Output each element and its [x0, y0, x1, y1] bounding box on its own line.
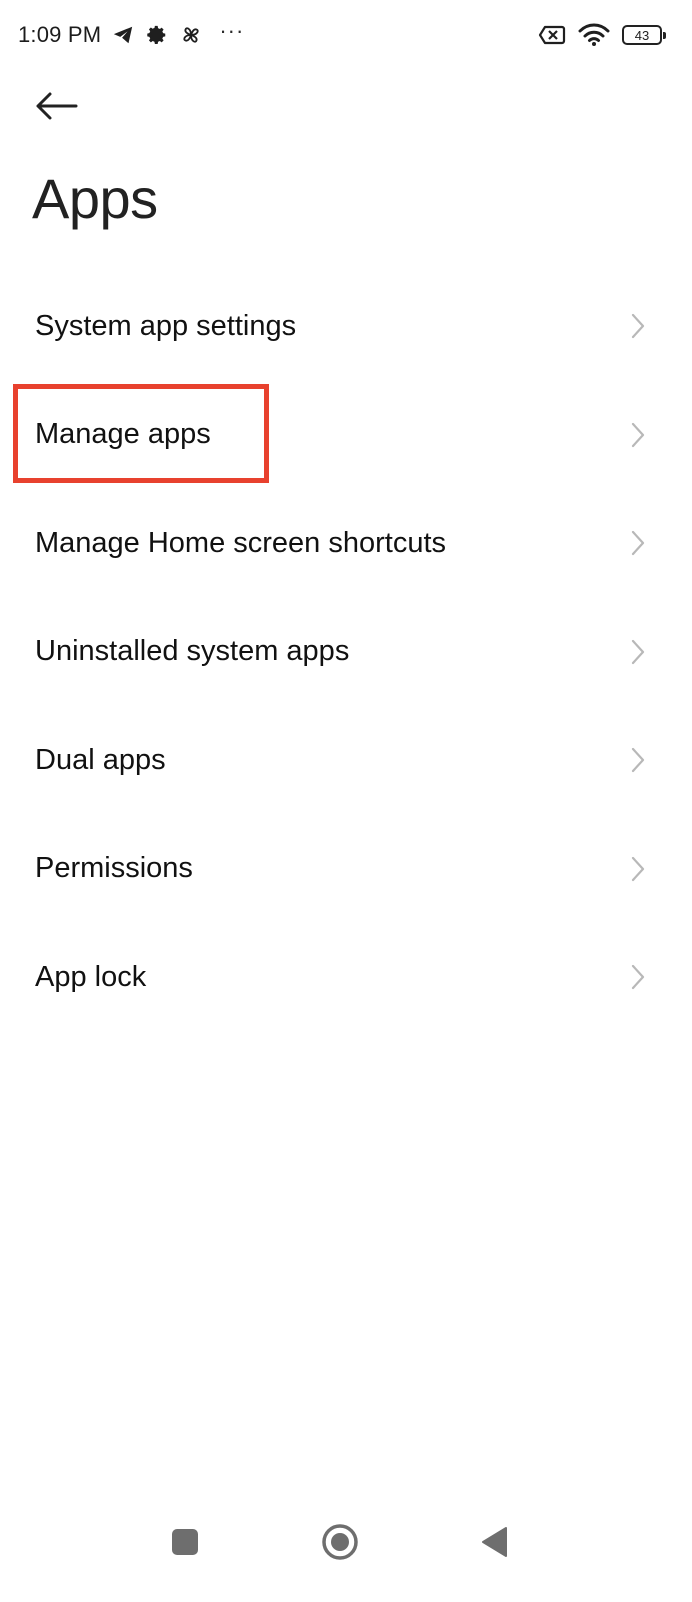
chevron-right-icon [628, 745, 648, 775]
telegram-icon [111, 23, 135, 47]
menu-item-label: Manage Home screen shortcuts [35, 526, 447, 559]
recents-button[interactable] [155, 1512, 215, 1572]
menu-item-label: Uninstalled system apps [35, 635, 350, 668]
home-button[interactable] [310, 1512, 370, 1572]
menu-item-label: System app settings [35, 309, 297, 342]
arrow-left-icon [36, 92, 78, 120]
status-bar: 1:09 PM ··· 43 [0, 0, 692, 70]
home-icon [322, 1524, 358, 1560]
chevron-right-icon [628, 311, 648, 341]
chevron-right-icon [628, 637, 648, 667]
battery-icon: 43 [622, 25, 666, 45]
chevron-right-icon [628, 528, 648, 558]
menu-item-label: Manage apps [35, 418, 211, 451]
recents-icon [172, 1529, 198, 1555]
sim-error-icon [538, 23, 566, 47]
menu-item-dual-apps[interactable]: Dual apps [0, 706, 692, 815]
menu-item-manage-home-screen-shortcuts[interactable]: Manage Home screen shortcuts [0, 489, 692, 598]
menu-item-label: Permissions [35, 852, 193, 885]
menu-item-permissions[interactable]: Permissions [0, 815, 692, 924]
menu-item-manage-apps[interactable]: Manage apps [0, 381, 692, 490]
menu-item-uninstalled-system-apps[interactable]: Uninstalled system apps [0, 598, 692, 707]
back-button[interactable] [26, 76, 86, 136]
wifi-icon [578, 23, 610, 47]
navigation-bar [0, 1492, 692, 1602]
menu-item-system-app-settings[interactable]: System app settings [0, 272, 692, 381]
chevron-right-icon [628, 854, 648, 884]
gear-icon [145, 23, 169, 47]
status-time: 1:09 PM [18, 22, 102, 47]
pinwheel-icon [179, 23, 203, 47]
chevron-right-icon [628, 962, 648, 992]
chevron-right-icon [628, 420, 648, 450]
system-back-button[interactable] [464, 1512, 524, 1572]
menu-item-label: Dual apps [35, 743, 166, 776]
status-left: 1:09 PM ··· [18, 20, 244, 50]
page-title: Apps [32, 167, 158, 230]
apps-menu: System app settings Manage apps Manage H… [0, 272, 692, 1032]
battery-level: 43 [634, 27, 650, 43]
back-icon [482, 1527, 507, 1557]
menu-item-label: App lock [35, 960, 147, 993]
status-right: 43 [538, 20, 666, 50]
status-overflow: ··· [219, 18, 245, 43]
menu-item-app-lock[interactable]: App lock [0, 923, 692, 1032]
